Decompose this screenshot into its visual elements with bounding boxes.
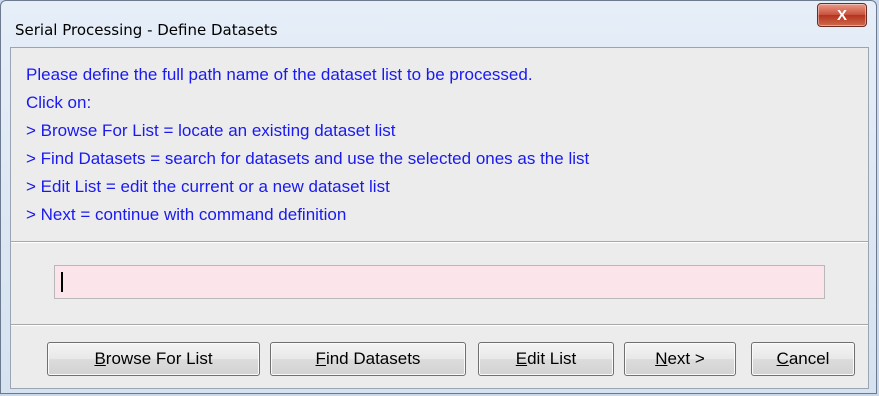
text-caret [61, 272, 63, 292]
title-bar[interactable]: Serial Processing - Define Datasets X [1, 1, 876, 47]
find-mnemonic: F [315, 349, 326, 368]
cancel-button[interactable]: Cancel [751, 342, 855, 376]
instruction-line: Click on: [26, 93, 92, 112]
separator [11, 324, 868, 326]
edit-label: dit List [527, 349, 577, 368]
find-datasets-button[interactable]: Find Datasets [270, 342, 466, 376]
instruction-line: > Next = continue with command definitio… [26, 205, 347, 224]
browse-for-list-button[interactable]: Browse For List [47, 342, 260, 376]
dataset-path-input[interactable] [54, 265, 825, 299]
edit-list-button[interactable]: Edit List [478, 342, 614, 376]
next-label: ext > [667, 349, 705, 368]
cancel-label: ancel [788, 349, 830, 368]
window-title: Serial Processing - Define Datasets [15, 21, 278, 39]
dialog-content: Please define the full path name of the … [10, 47, 869, 389]
find-label: ind Datasets [325, 349, 421, 368]
instruction-line: > Find Datasets = search for datasets an… [26, 149, 590, 168]
separator [11, 241, 868, 243]
next-mnemonic: N [655, 349, 668, 368]
edit-mnemonic: E [515, 349, 528, 368]
cancel-mnemonic: C [776, 349, 789, 368]
close-button[interactable]: X [817, 3, 867, 27]
instruction-line: Please define the full path name of the … [26, 65, 533, 84]
browse-label: rowse For List [105, 349, 213, 368]
instructions-panel: Please define the full path name of the … [11, 48, 868, 242]
close-icon: X [836, 6, 847, 24]
instruction-line: > Browse For List = locate an existing d… [26, 121, 396, 140]
instruction-line: > Edit List = edit the current or a new … [26, 177, 390, 196]
next-button[interactable]: Next > [624, 342, 736, 376]
dialog-window: Serial Processing - Define Datasets X Pl… [0, 0, 877, 394]
browse-mnemonic: B [94, 349, 106, 368]
